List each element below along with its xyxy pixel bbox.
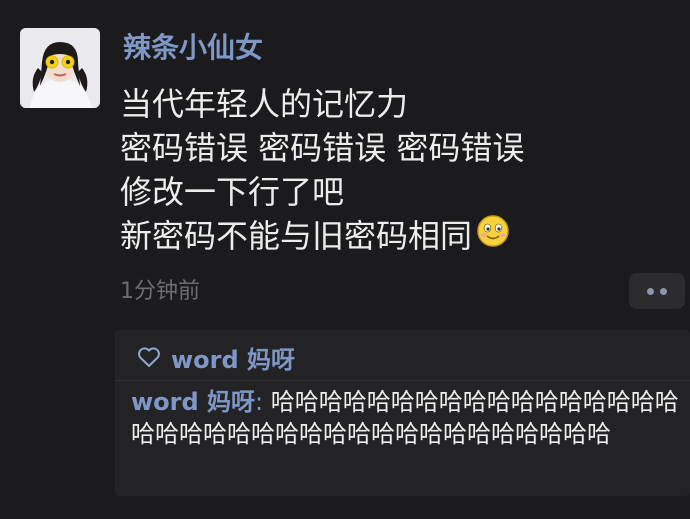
comment-item[interactable]: word 妈呀: 哈哈哈哈哈哈哈哈哈哈哈哈哈哈哈哈哈哈哈哈哈哈哈哈哈哈哈哈哈哈哈… xyxy=(131,386,683,450)
post-line-1: 当代年轻人的记忆力 xyxy=(120,85,409,123)
avatar-image xyxy=(20,28,100,108)
avatar[interactable] xyxy=(20,28,100,108)
comment-author-name[interactable]: word 妈呀 xyxy=(131,388,255,416)
like-user-name[interactable]: word 妈呀 xyxy=(171,340,295,375)
interaction-panel: word 妈呀 word 妈呀: 哈哈哈哈哈哈哈哈哈哈哈哈哈哈哈哈哈哈哈哈哈哈哈… xyxy=(115,330,690,496)
post-line-4: 新密码不能与旧密码相同 xyxy=(120,214,524,261)
post-line-3: 修改一下行了吧 xyxy=(120,173,345,211)
post-line-2: 密码错误 密码错误 密码错误 xyxy=(120,129,525,167)
more-button[interactable] xyxy=(629,273,685,309)
panel-divider xyxy=(115,380,690,381)
comment-separator: : xyxy=(255,388,271,416)
post-author-name[interactable]: 辣条小仙女 xyxy=(123,30,263,66)
more-dot-icon xyxy=(660,287,667,295)
heart-icon xyxy=(138,347,160,367)
post-content: 当代年轻人的记忆力 密码错误 密码错误 密码错误 修改一下行了吧 新密码不能与旧… xyxy=(120,82,524,261)
more-dot-icon xyxy=(647,287,654,295)
smile-emoji-icon xyxy=(476,214,510,259)
post-line-4-text: 新密码不能与旧密码相同 xyxy=(120,217,473,255)
post-timestamp: 1分钟前 xyxy=(120,279,200,304)
likes-row: word 妈呀 xyxy=(137,340,295,374)
